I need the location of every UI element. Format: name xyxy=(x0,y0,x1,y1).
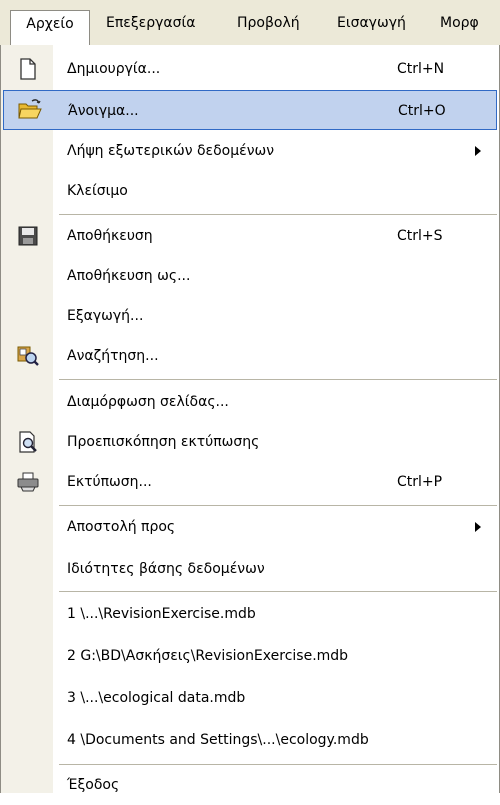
menu-edit-label: Επεξεργασία xyxy=(106,15,196,31)
menu-item-search[interactable]: Αναζήτηση... xyxy=(1,336,499,376)
file-menu-dropdown: Δημιουργία... Ctrl+N Άνοιγμα... Ctrl+O Λ… xyxy=(0,45,500,793)
search-icon xyxy=(16,344,40,368)
submenu-arrow-icon xyxy=(475,522,481,532)
menu-item-new-shortcut: Ctrl+N xyxy=(397,61,445,77)
menu-item-get-external-data-label: Λήψη εξωτερικών δεδομένων xyxy=(67,143,275,159)
menu-item-export[interactable]: Εξαγωγή... xyxy=(1,296,499,336)
menu-item-database-properties[interactable]: Ιδιότητες βάσης δεδομένων xyxy=(1,549,499,589)
menu-item-print-label: Εκτύπωση... xyxy=(67,474,152,490)
menu-item-save-as-label: Αποθήκευση ως... xyxy=(67,268,191,284)
menu-insert-label: Εισαγωγή xyxy=(337,15,406,31)
menu-item-page-setup[interactable]: Διαμόρφωση σελίδας... xyxy=(1,382,499,422)
menu-item-export-label: Εξαγωγή... xyxy=(67,308,144,324)
menu-file-label: Αρχείο xyxy=(26,16,74,32)
menu-format[interactable]: Μορφ xyxy=(440,10,479,36)
printer-icon xyxy=(16,470,40,494)
print-preview-icon xyxy=(16,430,40,454)
menu-item-new[interactable]: Δημιουργία... Ctrl+N xyxy=(1,49,499,89)
menu-item-recent-file[interactable]: 1 \...\RevisionExercise.mdb xyxy=(1,594,499,634)
new-file-icon xyxy=(16,57,40,81)
menu-item-recent-file[interactable]: 4 \Documents and Settings\...\ecology.md… xyxy=(1,720,499,760)
menu-item-save-label: Αποθήκευση xyxy=(67,228,153,244)
menu-item-page-setup-label: Διαμόρφωση σελίδας... xyxy=(67,394,229,410)
menu-insert[interactable]: Εισαγωγή xyxy=(337,10,406,36)
menu-bar: Αρχείο Επεξεργασία Προβολή Εισαγωγή Μορφ xyxy=(0,0,500,47)
menu-view[interactable]: Προβολή xyxy=(237,10,300,36)
menu-item-exit-label: Έξοδος xyxy=(67,777,120,793)
recent-file-label: 4 \Documents and Settings\...\ecology.md… xyxy=(67,732,369,748)
menu-item-close-label: Κλείσιμο xyxy=(67,183,128,199)
menu-item-new-label: Δημιουργία... xyxy=(67,61,161,77)
recent-file-label: 2 G:\BD\Ασκήσεις\RevisionExercise.mdb xyxy=(67,648,349,664)
menu-item-open-label: Άνοιγμα... xyxy=(68,103,139,119)
menu-item-search-label: Αναζήτηση... xyxy=(67,348,159,364)
menu-format-label: Μορφ xyxy=(440,15,479,31)
menu-separator xyxy=(59,379,497,380)
menu-view-label: Προβολή xyxy=(237,15,300,31)
save-icon xyxy=(16,224,40,248)
menu-item-send-to-label: Αποστολή προς xyxy=(67,519,176,535)
menu-item-save-shortcut: Ctrl+S xyxy=(397,228,443,244)
menu-separator xyxy=(59,591,497,592)
menu-item-print-preview[interactable]: Προεπισκόπηση εκτύπωσης xyxy=(1,422,499,462)
recent-file-label: 3 \...\ecological data.mdb xyxy=(67,690,246,706)
menu-item-recent-file[interactable]: 2 G:\BD\Ασκήσεις\RevisionExercise.mdb xyxy=(1,636,499,676)
menu-item-save[interactable]: Αποθήκευση Ctrl+S xyxy=(1,216,499,256)
menu-item-print[interactable]: Εκτύπωση... Ctrl+P xyxy=(1,462,499,502)
menu-item-print-shortcut: Ctrl+P xyxy=(397,474,443,490)
open-folder-icon xyxy=(17,98,42,122)
recent-file-label: 1 \...\RevisionExercise.mdb xyxy=(67,606,256,622)
menu-item-recent-file[interactable]: 3 \...\ecological data.mdb xyxy=(1,678,499,718)
menu-item-get-external-data[interactable]: Λήψη εξωτερικών δεδομένων xyxy=(1,131,499,171)
menu-item-send-to[interactable]: Αποστολή προς xyxy=(1,507,499,547)
menu-separator xyxy=(59,505,497,506)
menu-separator xyxy=(59,214,497,215)
submenu-arrow-icon xyxy=(475,146,481,156)
menu-edit[interactable]: Επεξεργασία xyxy=(106,10,195,36)
menu-item-database-properties-label: Ιδιότητες βάσης δεδομένων xyxy=(67,561,265,577)
menu-item-open-shortcut: Ctrl+O xyxy=(398,103,446,119)
menu-file[interactable]: Αρχείο xyxy=(10,10,90,47)
menu-item-save-as[interactable]: Αποθήκευση ως... xyxy=(1,256,499,296)
menu-item-open[interactable]: Άνοιγμα... Ctrl+O xyxy=(3,90,497,130)
menu-item-print-preview-label: Προεπισκόπηση εκτύπωσης xyxy=(67,434,260,450)
menu-item-close[interactable]: Κλείσιμο xyxy=(1,171,499,211)
menu-item-exit[interactable]: Έξοδος xyxy=(1,765,499,805)
